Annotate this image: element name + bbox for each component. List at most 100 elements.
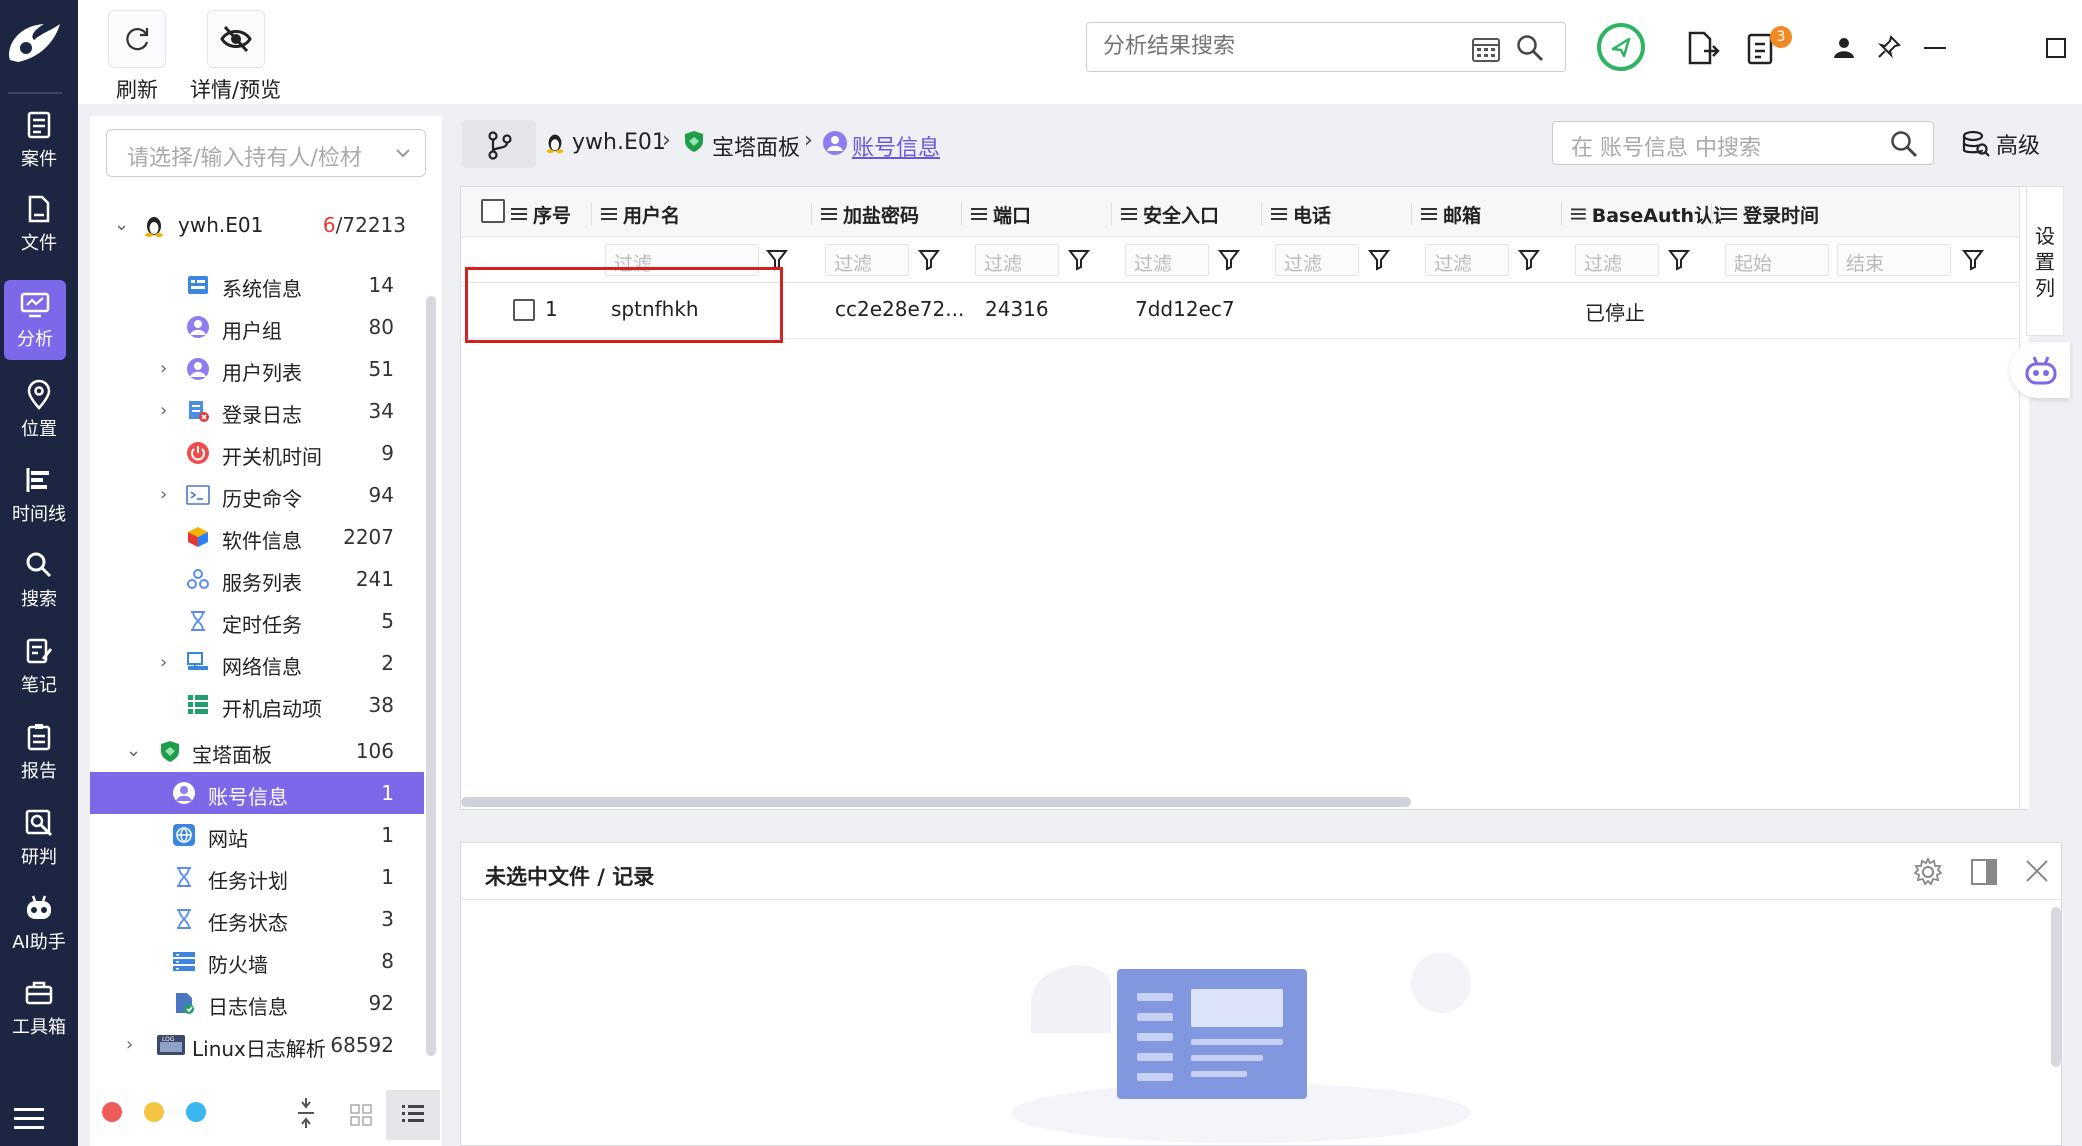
filter-funnel-icon[interactable] [1367,247,1391,271]
column-separator[interactable] [1111,203,1112,225]
rail-item-case[interactable]: 案件 [0,100,78,180]
search-icon[interactable] [1515,33,1545,63]
column-menu-icon[interactable] [1571,207,1586,221]
ai-assistant-float[interactable] [2010,342,2070,398]
column-menu-icon[interactable] [821,207,837,221]
tree-item[interactable]: › 登录日志 34 [90,390,424,432]
column-separator[interactable] [1711,203,1712,225]
cell-baseauth[interactable]: 已停止 [1585,297,1645,326]
column-header[interactable]: 登录时间 [1721,195,1921,233]
filter-funnel-icon[interactable] [1517,247,1541,271]
tree-item[interactable]: › 用户列表 51 [90,348,424,390]
advanced-search-button[interactable]: 高级 [1962,128,2040,160]
rail-item-search[interactable]: 搜索 [0,540,78,620]
pin-icon[interactable] [1876,34,1902,60]
tree-item[interactable]: 日志信息 92 [90,982,424,1024]
rail-item-analysis[interactable]: 分析 [4,280,66,360]
owner-select[interactable]: 请选择/输入持有人/检材 [106,129,426,177]
chevron-down-icon[interactable]: ⌄ [114,214,129,235]
chevron-right-icon[interactable]: › [160,358,167,379]
menu-icon[interactable] [14,1108,44,1130]
chevron-right-icon[interactable]: › [126,1034,133,1055]
rail-item-toolbox[interactable]: 工具箱 [0,968,78,1048]
filter-funnel-icon[interactable] [1067,247,1091,271]
gear-icon[interactable] [1913,857,1943,887]
cell-entry[interactable]: 7dd12ec7 [1135,297,1235,321]
tree-item[interactable]: 任务状态 3 [90,898,424,940]
chevron-right-icon[interactable]: › [160,400,167,421]
column-header[interactable]: 端口 [971,195,1121,233]
status-ok-icon[interactable] [1596,22,1646,72]
column-menu-icon[interactable] [1271,207,1287,221]
rail-item-note[interactable]: 笔记 [0,626,78,706]
column-menu-icon[interactable] [1721,207,1737,221]
tree-item[interactable]: 开机启动项 38 [90,684,424,726]
column-filter-input[interactable]: 过滤 [1425,244,1509,276]
tree-item[interactable]: 服务列表 241 [90,558,424,600]
branch-button[interactable] [462,120,536,168]
rail-item-ai[interactable]: AI助手 [0,883,78,963]
filter-funnel-icon[interactable] [1667,247,1691,271]
column-separator[interactable] [1261,203,1262,225]
result-search-input[interactable] [1103,34,1443,59]
column-separator[interactable] [811,203,812,225]
breadcrumb-item-2[interactable]: 账号信息 [852,130,940,162]
calendar-icon[interactable] [1471,35,1501,63]
column-filter-input[interactable]: 过滤 [975,244,1059,276]
refresh-button[interactable]: 刷新 [108,10,166,104]
rail-item-file[interactable]: 文件 [0,184,78,264]
minimize-icon[interactable] [1924,47,1946,49]
column-header[interactable]: 安全入口 [1121,195,1271,233]
tree-item[interactable]: 网站 1 [90,814,424,856]
rail-item-report[interactable]: 报告 [0,712,78,792]
rail-item-location[interactable]: 位置 [0,370,78,450]
tree-root-ywh[interactable]: ⌄ ywh.E01 6/72213 [90,204,424,246]
column-separator[interactable] [1411,203,1412,225]
tree-item[interactable]: 账号信息 1 [90,772,424,814]
rail-item-timeline[interactable]: 时间线 [0,455,78,535]
column-menu-icon[interactable] [511,207,527,221]
column-filter-input[interactable]: 过滤 [1275,244,1359,276]
column-separator[interactable] [1561,203,1562,225]
column-header[interactable]: 用户名 [601,195,821,233]
tree-item[interactable]: 定时任务 5 [90,600,424,642]
maximize-icon[interactable] [2046,38,2066,58]
details-preview-button[interactable]: 详情/预览 [190,10,281,104]
tree-scrollbar[interactable] [426,296,436,1056]
user-icon[interactable] [1832,36,1856,60]
select-all-checkbox[interactable] [481,199,505,223]
tree-item-linux-log[interactable]: › LOG Linux日志解析 68592 [90,1024,424,1066]
chevron-right-icon[interactable]: › [160,484,167,505]
filter-funnel-icon[interactable] [1961,247,1985,271]
tree-item[interactable]: › 历史命令 94 [90,474,424,516]
column-menu-icon[interactable] [1121,207,1137,221]
column-menu-icon[interactable] [1421,207,1437,221]
column-header[interactable]: 电话 [1271,195,1421,233]
column-filter-input[interactable]: 过滤 [1125,244,1209,276]
column-menu-icon[interactable] [601,207,617,221]
search-icon[interactable] [1889,129,1919,159]
column-header[interactable]: 加盐密码 [821,195,971,233]
chevron-right-icon[interactable]: › [160,652,167,673]
in-view-search-box[interactable]: 在 账号信息 中搜索 [1552,121,1934,165]
tree-item[interactable]: 软件信息 2207 [90,516,424,558]
panel-splitter[interactable] [460,814,2064,838]
column-header[interactable]: 邮箱 [1421,195,1571,233]
close-icon[interactable] [2023,857,2051,885]
date-end-input[interactable]: 结束 [1837,244,1951,276]
color-tag-yellow[interactable] [144,1102,164,1122]
chevron-down-icon[interactable]: ⌄ [126,740,141,761]
color-tag-red[interactable] [102,1102,122,1122]
column-header[interactable]: 序号 [511,195,601,233]
cell-password[interactable]: cc2e28e72... [835,297,964,321]
column-header[interactable]: BaseAuth认证 [1571,195,1721,233]
cell-port[interactable]: 24316 [985,297,1049,321]
column-settings-tab[interactable]: 设置列 [2026,186,2064,336]
filter-funnel-icon[interactable] [1217,247,1241,271]
split-panel-icon[interactable] [1969,857,1999,887]
grid-h-scrollbar[interactable] [461,797,1411,807]
tree-item-bt-panel[interactable]: ⌄ 宝塔面板 106 [90,730,424,772]
collapse-icon[interactable] [296,1098,316,1128]
detail-scrollbar[interactable] [2051,907,2061,1067]
column-filter-input[interactable]: 过滤 [825,244,909,276]
